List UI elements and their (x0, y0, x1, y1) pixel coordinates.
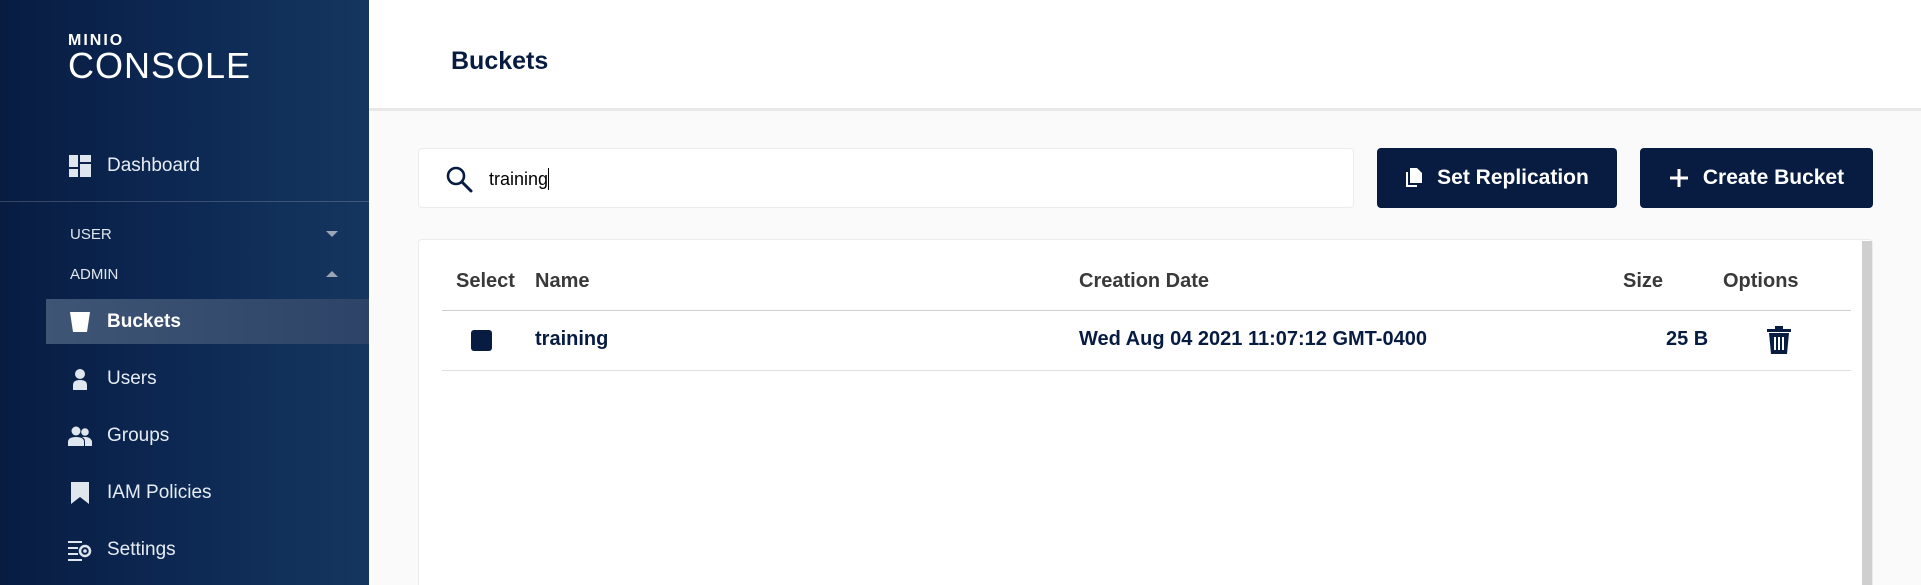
sidebar-item-label: IAM Policies (107, 482, 212, 503)
minio-console-logo[interactable]: MINIO CONSOLE (68, 33, 252, 86)
page-header: Buckets (369, 0, 1921, 111)
sidebar-item-label: Users (107, 368, 157, 389)
sidebar-item-users[interactable]: Users (0, 357, 369, 401)
column-header-creation-date[interactable]: Creation Date (1079, 270, 1209, 293)
section-admin-toggle[interactable]: ADMIN (70, 260, 350, 288)
sidebar-item-label: Settings (107, 539, 176, 560)
column-header-name[interactable]: Name (535, 270, 589, 293)
table-row-divider (442, 370, 1851, 371)
user-icon (68, 367, 92, 391)
sidebar-item-dashboard[interactable]: Dashboard (0, 144, 369, 188)
dashboard-icon (68, 154, 92, 178)
plus-icon (1669, 169, 1688, 187)
create-bucket-label: Create Bucket (1702, 166, 1845, 189)
column-header-options: Options (1723, 270, 1799, 292)
search-input-value: training (489, 168, 549, 189)
column-header-size[interactable]: Size (1623, 270, 1663, 293)
bookmark-icon (68, 481, 92, 505)
settings-icon (68, 538, 92, 562)
sidebar-item-buckets[interactable]: Buckets (0, 300, 369, 344)
sidebar: MINIO CONSOLE Dashboard USER ADMIN Bucke… (0, 0, 369, 585)
row-select-checkbox[interactable] (471, 330, 492, 351)
create-bucket-button[interactable]: Create Bucket (1640, 148, 1873, 208)
column-header-select: Select (456, 270, 515, 292)
logo-product: CONSOLE (68, 45, 252, 86)
sidebar-item-settings[interactable]: Settings (0, 528, 369, 572)
set-replication-label: Set Replication (1437, 166, 1589, 189)
bucket-icon (68, 310, 92, 334)
sidebar-item-label: Groups (107, 425, 170, 446)
chevron-up-icon (326, 271, 338, 277)
sidebar-item-iam-policies[interactable]: IAM Policies (0, 471, 369, 515)
section-admin-label: ADMIN (70, 265, 119, 283)
chevron-down-icon (326, 231, 338, 237)
copy-icon (1406, 168, 1423, 187)
bucket-name-link[interactable]: training (535, 328, 608, 351)
search-input[interactable]: training (489, 163, 1329, 195)
page-title: Buckets (451, 47, 549, 75)
bucket-creation-date: Wed Aug 04 2021 11:07:12 GMT-0400 (1079, 328, 1427, 350)
text-cursor (548, 168, 550, 190)
bucket-size: 25 B (1666, 328, 1709, 350)
sidebar-item-label: Dashboard (107, 155, 200, 176)
set-replication-button[interactable]: Set Replication (1377, 148, 1617, 208)
table-scrollbar[interactable] (1862, 241, 1872, 585)
delete-bucket-trash-icon[interactable] (1766, 326, 1792, 354)
sidebar-item-label: Buckets (107, 311, 181, 332)
section-user-toggle[interactable]: USER (70, 220, 350, 248)
search-icon (446, 166, 473, 193)
sidebar-item-groups[interactable]: Groups (0, 414, 369, 458)
sidebar-divider (0, 201, 369, 202)
search-bar[interactable]: training (418, 148, 1354, 208)
groups-icon (68, 424, 92, 448)
table-header-divider (442, 310, 1851, 311)
section-user-label: USER (70, 225, 112, 243)
